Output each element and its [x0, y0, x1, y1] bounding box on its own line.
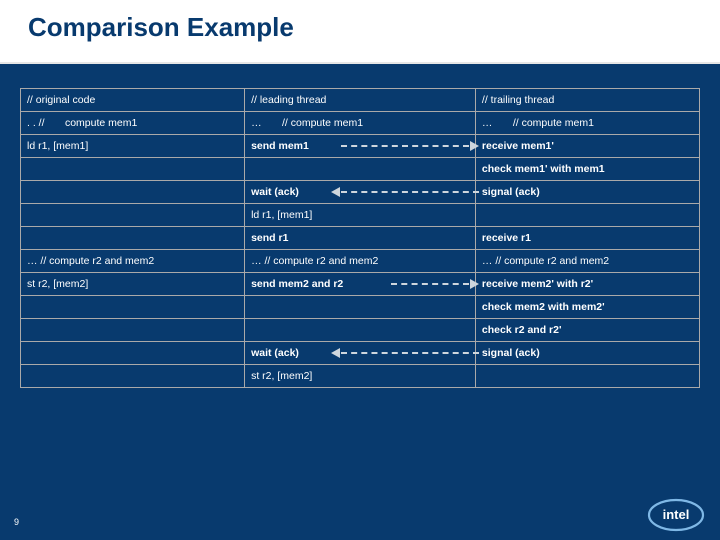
cell — [21, 296, 245, 319]
cell: check mem1' with mem1 — [475, 158, 699, 181]
cell — [21, 158, 245, 181]
cell — [21, 319, 245, 342]
cell: st r2, [mem2] — [21, 273, 245, 296]
table-row: st r2, [mem2] send mem2 and r2 receive m… — [21, 273, 700, 296]
cell — [21, 204, 245, 227]
intel-logo-icon: intel — [646, 496, 706, 532]
cell: … // compute r2 and mem2 — [245, 250, 476, 273]
cell-text: … — [251, 117, 262, 129]
cell-send: send mem1 — [245, 135, 476, 158]
page-number: 9 — [14, 517, 19, 527]
cell-wait: wait (ack) — [245, 181, 476, 204]
cell: st r2, [mem2] — [245, 365, 476, 388]
table-row: ld r1, [mem1] — [21, 204, 700, 227]
cell: … // compute r2 and mem2 — [475, 250, 699, 273]
cell: check mem2 with mem2' — [475, 296, 699, 319]
cell-text: // compute mem1 — [513, 117, 594, 129]
cell: // leading thread — [245, 89, 476, 112]
cell — [245, 319, 476, 342]
cell-wait: wait (ack) — [245, 342, 476, 365]
table-row: // original code // leading thread // tr… — [21, 89, 700, 112]
cell: … // compute mem1 — [245, 112, 476, 135]
cell: receive mem2' with r2' — [475, 273, 699, 296]
table-row: wait (ack) signal (ack) — [21, 181, 700, 204]
arrow-left-icon — [331, 191, 479, 193]
table-row: st r2, [mem2] — [21, 365, 700, 388]
cell-text: send mem1 — [251, 140, 309, 152]
cell-text: . . // — [27, 117, 45, 129]
cell: … // compute mem1 — [475, 112, 699, 135]
arrow-left-icon — [331, 352, 479, 354]
cell-text: send mem2 and r2 — [251, 278, 343, 290]
title-bar: Comparison Example — [0, 0, 720, 64]
cell: … // compute r2 and mem2 — [21, 250, 245, 273]
arrow-right-icon — [391, 283, 479, 285]
table-row: ld r1, [mem1] send mem1 receive mem1' — [21, 135, 700, 158]
cell: // original code — [21, 89, 245, 112]
table-wrap: // original code // leading thread // tr… — [0, 64, 720, 388]
cell-text: wait (ack) — [251, 186, 299, 198]
cell-text: … — [482, 117, 493, 129]
cell: check r2 and r2' — [475, 319, 699, 342]
cell: receive mem1' — [475, 135, 699, 158]
cell — [475, 204, 699, 227]
table-row: check mem2 with mem2' — [21, 296, 700, 319]
cell: send r1 — [245, 227, 476, 250]
page-title: Comparison Example — [28, 12, 294, 42]
cell-text: compute mem1 — [65, 117, 137, 129]
cell — [21, 227, 245, 250]
cell: signal (ack) — [475, 342, 699, 365]
arrow-right-icon — [341, 145, 479, 147]
table-row: . . // compute mem1 … // compute mem1 … … — [21, 112, 700, 135]
cell — [21, 342, 245, 365]
table-row: wait (ack) signal (ack) — [21, 342, 700, 365]
cell-text: wait (ack) — [251, 347, 299, 359]
comparison-table: // original code // leading thread // tr… — [20, 88, 700, 388]
cell: ld r1, [mem1] — [245, 204, 476, 227]
cell: // trailing thread — [475, 89, 699, 112]
svg-text:intel: intel — [663, 507, 690, 522]
table-row: … // compute r2 and mem2 … // compute r2… — [21, 250, 700, 273]
cell-send: send mem2 and r2 — [245, 273, 476, 296]
cell — [245, 296, 476, 319]
cell: . . // compute mem1 — [21, 112, 245, 135]
cell — [21, 181, 245, 204]
cell-text: // compute mem1 — [282, 117, 363, 129]
cell: receive r1 — [475, 227, 699, 250]
cell: signal (ack) — [475, 181, 699, 204]
table-row: send r1 receive r1 — [21, 227, 700, 250]
table-row: check r2 and r2' — [21, 319, 700, 342]
cell — [245, 158, 476, 181]
slide: Comparison Example // original code // l… — [0, 0, 720, 540]
cell — [21, 365, 245, 388]
cell: ld r1, [mem1] — [21, 135, 245, 158]
table-row: check mem1' with mem1 — [21, 158, 700, 181]
cell — [475, 365, 699, 388]
